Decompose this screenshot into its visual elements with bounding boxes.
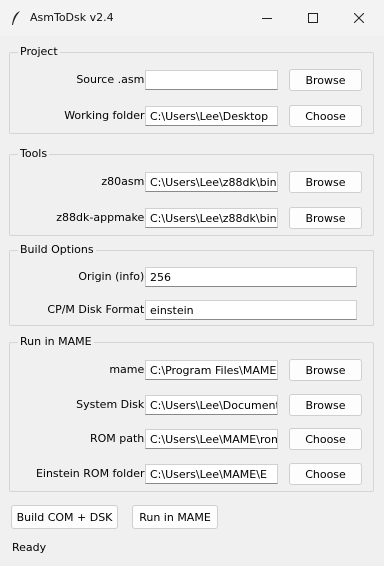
title-bar: AsmToDsk v2.4 <box>0 0 384 36</box>
origin-field[interactable]: 256 <box>145 267 357 287</box>
minimize-button[interactable] <box>244 0 290 36</box>
source-browse-button[interactable]: Browse <box>289 69 362 91</box>
einstein-rom-folder-choose-button[interactable]: Choose <box>289 463 362 485</box>
source-asm-label: Source .asm: <box>76 73 148 86</box>
minimize-icon <box>262 18 272 19</box>
maximize-button[interactable] <box>290 0 336 36</box>
mame-path-field[interactable]: C:\Program Files\MAME <box>145 360 278 380</box>
feather-icon <box>12 11 20 25</box>
z80asm-field[interactable]: C:\Users\Lee\z88dk\bin <box>145 172 278 192</box>
project-group: Project Source .asm: Browse Working fold… <box>9 45 374 134</box>
system-disk-label: System Disk: <box>76 398 148 411</box>
origin-label: Origin (info): <box>78 270 148 283</box>
z88dk-appmake-browse-button[interactable]: Browse <box>289 207 362 229</box>
tools-group: Tools z80asm: C:\Users\Lee\z88dk\bin Bro… <box>9 147 374 236</box>
z88dk-appmake-field[interactable]: C:\Users\Lee\z88dk\bin <box>145 208 278 228</box>
rom-path-field[interactable]: C:\Users\Lee\MAME\roms <box>145 429 278 449</box>
run-in-mame-group-label: Run in MAME <box>18 335 94 348</box>
build-options-group-label: Build Options <box>18 243 96 256</box>
working-folder-label: Working folder: <box>64 109 148 122</box>
build-options-group: Build Options Origin (info): 256 CP/M Di… <box>9 243 374 326</box>
status-text: Ready <box>12 541 47 554</box>
z88dk-appmake-label: z88dk-appmake: <box>56 211 148 224</box>
mame-browse-button[interactable]: Browse <box>289 359 362 381</box>
run-in-mame-button[interactable]: Run in MAME <box>132 505 218 529</box>
maximize-icon <box>308 13 318 23</box>
rom-path-choose-button[interactable]: Choose <box>289 428 362 450</box>
einstein-rom-folder-label: Einstein ROM folder: <box>35 467 148 480</box>
working-folder-choose-button[interactable]: Choose <box>289 105 362 127</box>
z80asm-browse-button[interactable]: Browse <box>289 171 362 193</box>
working-folder-field[interactable]: C:\Users\Lee\Desktop <box>145 106 278 126</box>
mame-label: mame: <box>109 363 148 376</box>
cpm-disk-format-label: CP/M Disk Format: <box>47 303 148 316</box>
build-com-dsk-button[interactable]: Build COM + DSK <box>11 505 118 529</box>
source-asm-field[interactable] <box>145 70 278 90</box>
rom-path-label: ROM path: <box>89 432 148 445</box>
einstein-rom-folder-field[interactable]: C:\Users\Lee\MAME\E <box>145 464 278 484</box>
tools-group-label: Tools <box>18 147 50 160</box>
z80asm-label: z80asm: <box>101 175 148 188</box>
window-title: AsmToDsk v2.4 <box>30 11 114 24</box>
close-button[interactable] <box>336 0 382 36</box>
close-icon <box>354 13 364 23</box>
run-in-mame-group: Run in MAME mame: C:\Program Files\MAME … <box>9 335 374 492</box>
project-group-label: Project <box>18 45 60 58</box>
system-disk-browse-button[interactable]: Browse <box>289 394 362 416</box>
cpm-disk-format-field[interactable]: einstein <box>145 300 357 320</box>
system-disk-field[interactable]: C:\Users\Lee\Documents <box>145 395 278 415</box>
